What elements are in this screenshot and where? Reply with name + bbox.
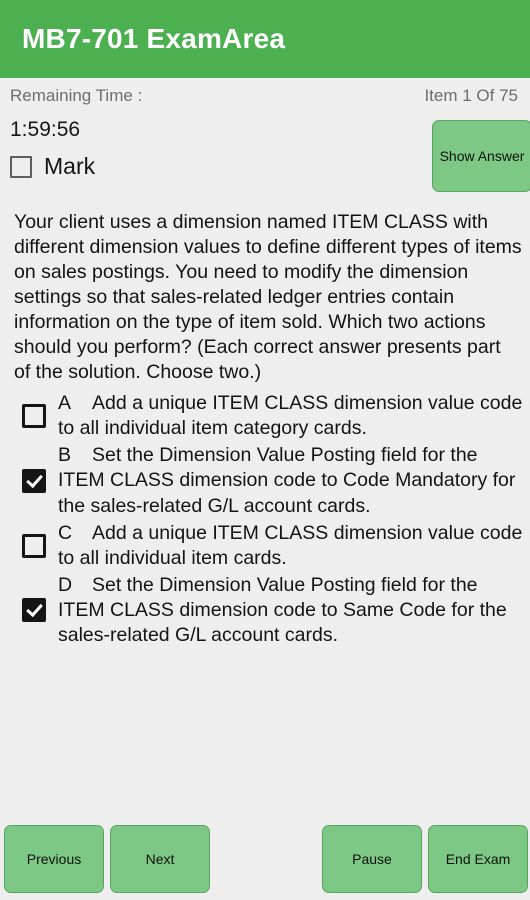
end-exam-button-label: End Exam [445,851,511,867]
answer-option-c-letter: C [58,521,73,544]
app-bar: MB7-701 ExamArea [0,0,530,78]
answer-option-a[interactable]: A Add a unique ITEM CLASS dimension value… [10,391,524,441]
answer-option-d-letter: D [58,573,73,596]
remaining-time-label: Remaining Time : [10,86,143,105]
next-button[interactable]: Next [110,825,210,893]
exam-meta-block: 1:59:56 Mark Show Answer [0,114,530,206]
answer-option-b-text: B Set the Dimension Value Posting field f… [58,443,524,518]
answer-option-b-checkbox[interactable] [22,468,46,493]
answer-option-a-checkbox[interactable] [22,404,46,429]
answer-options-list: A Add a unique ITEM CLASS dimension value… [0,391,530,647]
pause-button[interactable]: Pause [322,825,422,893]
show-answer-button[interactable]: Show Answer [432,120,530,192]
answer-option-a-text: A Add a unique ITEM CLASS dimension value… [58,391,524,441]
answer-option-d-body: Set the Dimension Value Posting field fo… [58,573,507,646]
previous-button-label: Previous [26,851,82,867]
answer-option-b-letter: B [58,444,72,467]
app-title: MB7-701 ExamArea [22,23,286,54]
end-exam-button[interactable]: End Exam [428,825,528,893]
mark-checkbox[interactable] [10,155,32,178]
nav-group-left: Previous Next [4,825,210,893]
nav-group-right: Pause End Exam [322,825,528,893]
answer-option-d[interactable]: D Set the Dimension Value Posting field f… [10,573,524,648]
answer-option-b[interactable]: B Set the Dimension Value Posting field f… [10,443,524,518]
answer-option-c-body: Add a unique ITEM CLASS dimension value … [58,521,523,569]
answer-option-c-checkbox[interactable] [22,533,46,558]
answer-option-d-checkbox[interactable] [22,598,46,623]
answer-option-c[interactable]: C Add a unique ITEM CLASS dimension value… [10,521,524,571]
pause-button-label: Pause [352,851,392,867]
answer-option-b-body: Set the Dimension Value Posting field fo… [58,444,516,517]
bottom-button-bar: Previous Next Pause End Exam [0,825,530,895]
previous-button[interactable]: Previous [4,825,104,893]
status-row: Remaining Time : Item 1 Of 75 [0,78,530,114]
answer-option-c-text: C Add a unique ITEM CLASS dimension value… [58,521,524,571]
answer-option-d-text: D Set the Dimension Value Posting field f… [58,573,524,648]
item-counter: Item 1 Of 75 [424,86,518,105]
answer-option-a-letter: A [58,392,72,415]
mark-label: Mark [44,153,96,180]
show-answer-label: Show Answer [439,148,525,164]
next-button-label: Next [145,851,175,867]
question-text: Your client uses a dimension named ITEM … [14,211,522,384]
answer-option-a-body: Add a unique ITEM CLASS dimension value … [58,392,523,440]
